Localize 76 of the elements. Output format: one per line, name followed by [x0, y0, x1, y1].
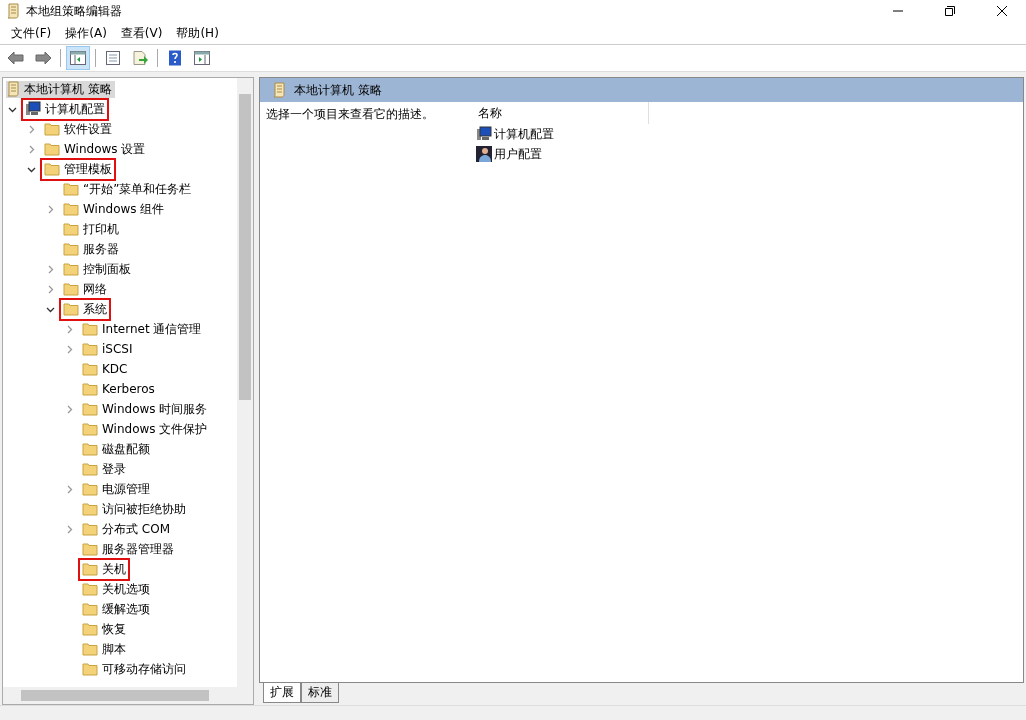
folder-icon: [63, 222, 79, 236]
window-title: 本地组策略编辑器: [26, 2, 122, 20]
tree-item[interactable]: 登录: [102, 460, 126, 478]
tree-item[interactable]: “开始”菜单和任务栏: [83, 180, 192, 198]
folder-icon: [82, 662, 98, 676]
folder-icon: [82, 482, 98, 496]
pane-title: 本地计算机 策略: [294, 81, 382, 99]
tree-item[interactable]: 电源管理: [102, 480, 150, 498]
folder-icon: [82, 602, 98, 616]
menu-item[interactable]: 查看(V): [113, 24, 170, 42]
folder-icon: [82, 642, 98, 656]
tree-item[interactable]: Windows 设置: [64, 140, 146, 158]
computer-icon: [25, 101, 41, 117]
tree-item[interactable]: 缓解选项: [102, 600, 150, 618]
tree-item[interactable]: 网络: [83, 280, 107, 298]
folder-icon: [82, 622, 98, 636]
tree-item[interactable]: 软件设置: [64, 120, 112, 138]
tree-item[interactable]: 访问被拒绝协助: [102, 500, 186, 518]
folder-icon: [44, 162, 60, 176]
menu-item[interactable]: 帮助(H): [169, 24, 226, 42]
folder-icon: [82, 422, 98, 436]
folder-icon: [82, 522, 98, 536]
computer-icon: [476, 126, 492, 142]
column-header[interactable]: 名称: [472, 102, 649, 124]
tree-item[interactable]: Windows 组件: [83, 200, 165, 218]
scroll-icon: [6, 81, 20, 97]
vertical-scrollbar[interactable]: [237, 78, 253, 687]
tree-item[interactable]: 关机选项: [102, 580, 150, 598]
tree-item[interactable]: 磁盘配额: [102, 440, 150, 458]
menu-item[interactable]: 文件(F): [4, 24, 59, 42]
tree-item[interactable]: 打印机: [83, 220, 119, 238]
folder-icon: [82, 582, 98, 596]
tree-item[interactable]: KDC: [102, 362, 128, 376]
folder-icon: [63, 282, 79, 296]
restore-icon[interactable]: [944, 5, 956, 17]
list-item[interactable]: 计算机配置: [494, 125, 554, 143]
tree-item[interactable]: 服务器管理器: [102, 540, 174, 558]
user-icon: [476, 146, 492, 162]
tree-item[interactable]: Windows 时间服务: [102, 400, 208, 418]
tree-item[interactable]: 脚本: [102, 640, 126, 658]
list-item[interactable]: 用户配置: [494, 145, 542, 163]
folder-icon: [82, 382, 98, 396]
folder-icon: [63, 202, 79, 216]
tree-item[interactable]: 分布式 COM: [102, 520, 170, 538]
tree-pane-icon[interactable]: [66, 46, 90, 70]
tree-item[interactable]: 恢复: [102, 620, 126, 638]
menu-item[interactable]: 操作(A): [58, 24, 114, 42]
folder-icon: [63, 182, 79, 196]
view-tab[interactable]: 扩展: [263, 683, 301, 703]
folder-icon: [82, 462, 98, 476]
description-text: 选择一个项目来查看它的描述。: [265, 106, 435, 123]
folder-icon: [82, 442, 98, 456]
tree-item[interactable]: Internet 通信管理: [102, 320, 202, 338]
folder-icon: [63, 302, 79, 316]
view-tab[interactable]: 标准: [301, 683, 339, 703]
folder-icon: [44, 142, 60, 156]
folder-icon: [82, 322, 98, 336]
folder-icon: [63, 242, 79, 256]
tree-item[interactable]: 服务器: [83, 240, 119, 258]
scroll-icon: [6, 3, 20, 19]
folder-icon: [44, 122, 60, 136]
tree-item[interactable]: 控制面板: [83, 260, 131, 278]
tree-item[interactable]: Windows 文件保护: [102, 420, 208, 438]
horizontal-scrollbar[interactable]: [3, 687, 253, 704]
folder-icon: [82, 502, 98, 516]
tree-item[interactable]: Kerberos: [102, 382, 155, 396]
folder-icon: [82, 342, 98, 356]
folder-icon: [63, 262, 79, 276]
tree-item[interactable]: 可移动存储访问: [102, 660, 186, 678]
folder-icon: [82, 562, 98, 576]
scroll-icon: [272, 82, 286, 98]
folder-icon: [82, 402, 98, 416]
folder-icon: [82, 542, 98, 556]
folder-icon: [82, 362, 98, 376]
close-icon[interactable]: [996, 5, 1008, 17]
tree-item[interactable]: iSCSI: [102, 342, 133, 356]
